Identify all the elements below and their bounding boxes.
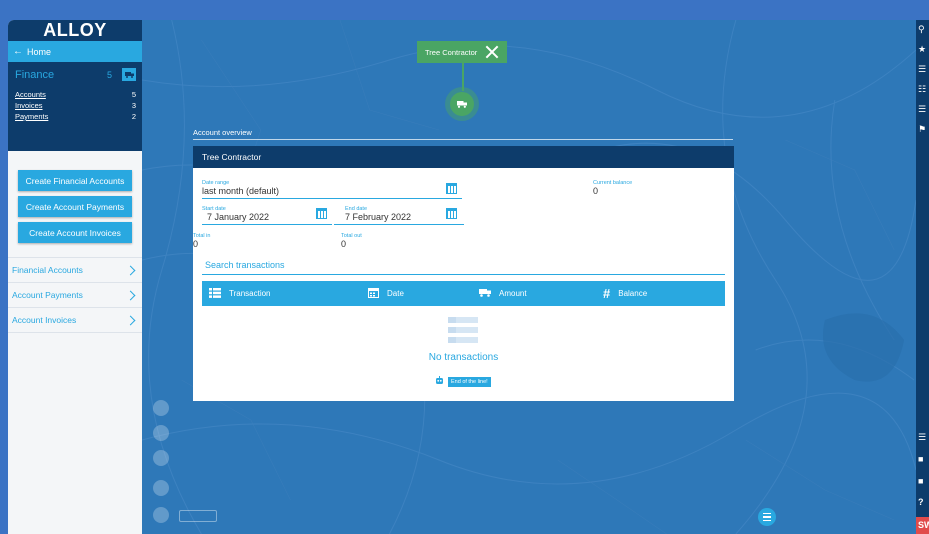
sidebar-item-financial-accounts[interactable]: Financial Accounts — [8, 258, 142, 283]
sidebar-item-label: Account Payments — [12, 290, 83, 300]
zoom-out-icon[interactable] — [153, 507, 169, 523]
hash-icon: # — [603, 286, 611, 301]
create-account-payments-button[interactable]: Create Account Payments — [18, 196, 132, 217]
accounts-count: 5 — [131, 90, 136, 99]
total-out: Total out 0 — [334, 233, 434, 251]
close-icon[interactable] — [484, 44, 500, 60]
table-header: Transaction Date Amount # Balance — [202, 281, 725, 306]
sidebar-item-account-payments[interactable]: Account Payments — [8, 283, 142, 308]
briefcase-icon[interactable]: ■ — [918, 476, 929, 487]
search-input[interactable]: Search transactions — [202, 255, 725, 275]
back-arrow-icon: ← — [13, 46, 23, 57]
menu-button[interactable] — [758, 508, 776, 526]
total-in: Total in 0 — [193, 233, 302, 251]
map-feature-tag[interactable]: Tree Contractor — [417, 41, 507, 63]
column-label: Date — [387, 289, 404, 298]
start-date-field[interactable]: Start date 7 January 2022 — [202, 206, 332, 225]
accounts-link[interactable]: Accounts — [15, 89, 46, 100]
map-pin[interactable] — [445, 87, 479, 121]
column-label: Transaction — [229, 289, 271, 298]
calendar-icon[interactable] — [446, 208, 457, 219]
sidebar-nav: Financial Accounts Account Payments Acco… — [8, 257, 142, 333]
right-toolbar: ⚲ ★ ☰ ☷ ☰ ⚑ ☰ ■ ■ ? SW — [916, 20, 929, 534]
robot-icon — [435, 376, 444, 388]
calendar-icon[interactable] — [446, 183, 457, 194]
invoices-count: 3 — [131, 101, 136, 110]
section-label: Account overview — [193, 128, 733, 140]
finance-link-payments[interactable]: Payments 2 — [15, 111, 136, 122]
help-icon[interactable]: ? — [918, 497, 929, 508]
column-label: Amount — [499, 289, 527, 298]
route-icon[interactable] — [153, 450, 169, 466]
search-icon[interactable]: ⚲ — [918, 24, 929, 35]
layers-icon[interactable]: ☰ — [918, 64, 929, 75]
current-balance: Current balance 0 — [593, 180, 713, 198]
end-date-field[interactable]: End date 7 February 2022 — [334, 206, 464, 225]
hierarchy-icon[interactable]: ☷ — [918, 84, 929, 95]
app-logo[interactable]: ALLOY — [8, 20, 142, 41]
finance-summary: Finance 5 Accounts 5 Invoices 3 Payments… — [8, 62, 142, 151]
star-icon[interactable]: ★ — [918, 44, 929, 55]
create-account-invoices-button[interactable]: Create Account Invoices — [18, 222, 132, 243]
start-date-value: 7 January 2022 — [207, 212, 270, 222]
calendar-icon[interactable] — [316, 208, 327, 219]
finance-link-accounts[interactable]: Accounts 5 — [15, 89, 136, 100]
truck-icon — [122, 68, 136, 81]
column-balance[interactable]: # Balance — [603, 281, 647, 306]
column-transaction[interactable]: Transaction — [209, 281, 271, 306]
end-date-value: 7 February 2022 — [345, 212, 412, 222]
map-feature-tag-label: Tree Contractor — [425, 47, 478, 57]
truck-icon — [479, 288, 491, 299]
chevron-right-icon — [125, 290, 136, 300]
list-icon — [209, 287, 221, 300]
zoom-in-icon[interactable] — [153, 480, 169, 496]
sidebar-item-label: Account Invoices — [12, 315, 77, 325]
date-range-field[interactable]: Date range last month (default) — [202, 180, 462, 199]
total-in-value: 0 — [193, 239, 199, 249]
home-link[interactable]: ← Home — [8, 41, 142, 62]
date-range-value: last month (default) — [202, 186, 280, 196]
locate-icon[interactable] — [153, 425, 169, 441]
total-out-value: 0 — [341, 239, 347, 249]
stack-icon[interactable]: ☰ — [918, 104, 929, 115]
home-label: Home — [27, 46, 52, 57]
folder-icon[interactable]: ■ — [918, 454, 929, 465]
camera-icon[interactable] — [153, 400, 169, 416]
column-date[interactable]: Date — [368, 281, 404, 306]
create-financial-accounts-button[interactable]: Create Financial Accounts — [18, 170, 132, 191]
user-avatar[interactable]: SW — [916, 517, 929, 534]
column-label: Balance — [618, 289, 648, 298]
sidebar: ALLOY ← Home Finance 5 Accounts 5 Invoic… — [8, 20, 142, 534]
empty-list-icon — [448, 317, 478, 347]
payments-count: 2 — [131, 112, 136, 121]
payments-link[interactable]: Payments — [15, 111, 48, 122]
sidebar-item-account-invoices[interactable]: Account Invoices — [8, 308, 142, 333]
app-window: ALLOY ← Home Finance 5 Accounts 5 Invoic… — [8, 20, 929, 534]
finance-count: 5 — [106, 69, 112, 80]
scale-bar — [179, 510, 217, 522]
empty-state-text: No transactions — [428, 352, 499, 363]
chevron-right-icon — [125, 315, 136, 325]
current-balance-value: 0 — [593, 186, 599, 196]
list-icon[interactable]: ☰ — [918, 432, 929, 443]
chevron-right-icon — [125, 265, 136, 275]
end-of-line-badge: End of the line! — [448, 377, 491, 387]
finance-title: Finance — [15, 68, 55, 81]
tag-icon[interactable]: ⚑ — [918, 124, 929, 135]
panel-title: Tree Contractor — [193, 146, 734, 168]
truck-icon — [450, 92, 474, 116]
end-of-list: End of the line! — [435, 376, 491, 388]
invoices-link[interactable]: Invoices — [15, 100, 43, 111]
column-amount[interactable]: Amount — [479, 281, 527, 306]
finance-link-invoices[interactable]: Invoices 3 — [15, 100, 136, 111]
calendar-icon — [368, 287, 379, 300]
sidebar-item-label: Financial Accounts — [12, 265, 83, 275]
account-panel: Tree Contractor Date range last month (d… — [193, 146, 734, 401]
